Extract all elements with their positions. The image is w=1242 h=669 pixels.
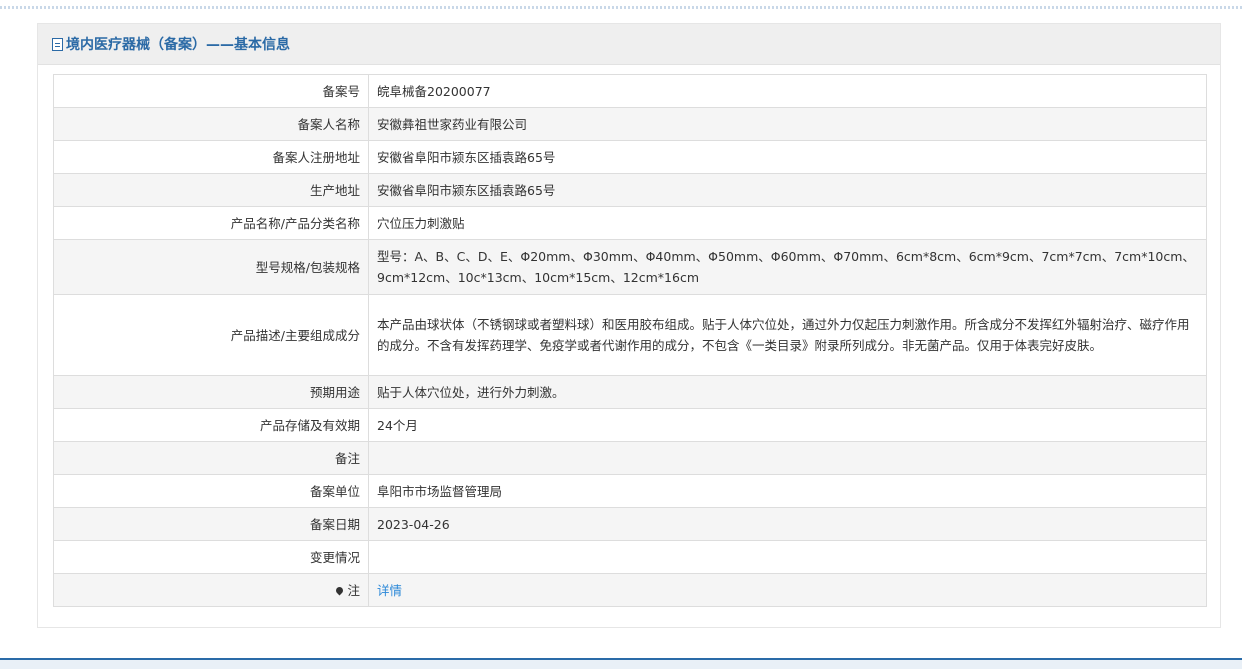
row-label: 备案单位 <box>53 474 369 508</box>
row-value: 2023-04-26 <box>368 507 1207 541</box>
table-row: 备案号 皖阜械备20200077 <box>53 74 1207 108</box>
row-label: 预期用途 <box>53 375 369 409</box>
row-value: 贴于人体穴位处，进行外力刺激。 <box>368 375 1207 409</box>
table-row: 生产地址 安徽省阜阳市颍东区插袁路65号 <box>53 173 1207 207</box>
row-label: 备注 <box>53 441 369 475</box>
map-pin-icon <box>335 585 345 595</box>
details-link[interactable]: 详情 <box>377 583 402 598</box>
row-label: 备案日期 <box>53 507 369 541</box>
panel-title: 境内医疗器械（备案）——基本信息 <box>66 37 290 53</box>
row-value: 皖阜械备20200077 <box>368 74 1207 108</box>
row-label: 备案人名称 <box>53 107 369 141</box>
panel-header: 境内医疗器械（备案）——基本信息 <box>38 24 1220 65</box>
row-label: 型号规格/包装规格 <box>53 239 369 295</box>
row-label: 产品存储及有效期 <box>53 408 369 442</box>
row-value: 本产品由球状体（不锈钢球或者塑料球）和医用胶布组成。贴于人体穴位处，通过外力仅起… <box>368 294 1207 376</box>
row-value <box>368 540 1207 574</box>
table-row: 备注 <box>53 441 1207 475</box>
table-row: 备案人注册地址 安徽省阜阳市颍东区插袁路65号 <box>53 140 1207 174</box>
row-label: 注 <box>53 573 369 607</box>
table-row: 备案人名称 安徽彝祖世家药业有限公司 <box>53 107 1207 141</box>
row-value: 穴位压力刺激贴 <box>368 206 1207 240</box>
row-label: 产品名称/产品分类名称 <box>53 206 369 240</box>
table-row: 产品名称/产品分类名称 穴位压力刺激贴 <box>53 206 1207 240</box>
table-row: 产品描述/主要组成成分 本产品由球状体（不锈钢球或者塑料球）和医用胶布组成。贴于… <box>53 294 1207 376</box>
top-dashed-border <box>0 6 1242 9</box>
note-label: 注 <box>347 582 360 598</box>
table-row: 注 详情 <box>53 573 1207 607</box>
basic-info-panel: 境内医疗器械（备案）——基本信息 备案号 皖阜械备20200077 备案人名称 … <box>37 23 1221 628</box>
row-value: 24个月 <box>368 408 1207 442</box>
row-value: 安徽彝祖世家药业有限公司 <box>368 107 1207 141</box>
table-row: 变更情况 <box>53 540 1207 574</box>
row-label: 变更情况 <box>53 540 369 574</box>
table-row: 备案单位 阜阳市市场监督管理局 <box>53 474 1207 508</box>
table-row: 预期用途 贴于人体穴位处，进行外力刺激。 <box>53 375 1207 409</box>
row-label: 备案号 <box>53 74 369 108</box>
table-row: 备案日期 2023-04-26 <box>53 507 1207 541</box>
row-value: 详情 <box>368 573 1207 607</box>
row-value: 安徽省阜阳市颍东区插袁路65号 <box>368 140 1207 174</box>
row-value <box>368 441 1207 475</box>
row-value: 安徽省阜阳市颍东区插袁路65号 <box>368 173 1207 207</box>
table-row: 产品存储及有效期 24个月 <box>53 408 1207 442</box>
row-label: 备案人注册地址 <box>53 140 369 174</box>
info-table: 备案号 皖阜械备20200077 备案人名称 安徽彝祖世家药业有限公司 备案人注… <box>53 74 1207 607</box>
bottom-bar <box>0 658 1242 669</box>
row-label: 产品描述/主要组成成分 <box>53 294 369 376</box>
table-row: 型号规格/包装规格 型号：A、B、C、D、E、Φ20mm、Φ30mm、Φ40mm… <box>53 239 1207 295</box>
row-value: 阜阳市市场监督管理局 <box>368 474 1207 508</box>
row-value: 型号：A、B、C、D、E、Φ20mm、Φ30mm、Φ40mm、Φ50mm、Φ60… <box>368 239 1207 295</box>
row-label: 生产地址 <box>53 173 369 207</box>
document-icon <box>52 37 63 51</box>
